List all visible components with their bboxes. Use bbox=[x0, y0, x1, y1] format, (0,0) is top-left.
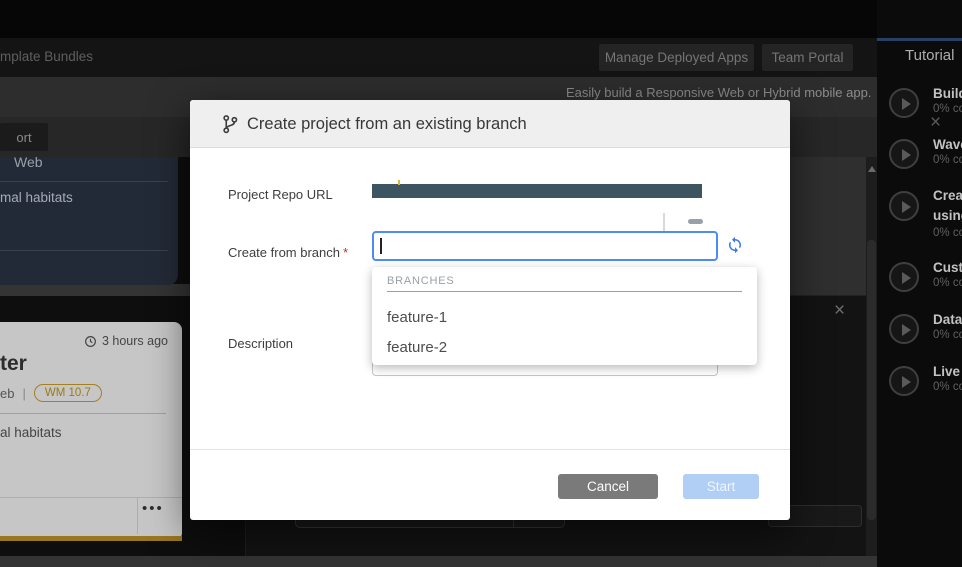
dialog-title: Create project from an existing branch bbox=[247, 100, 527, 148]
tutorial-title: Crea bbox=[933, 188, 962, 203]
card-timestamp: 3 hours ago bbox=[84, 334, 168, 348]
more-options-icon[interactable]: ••• bbox=[142, 500, 164, 517]
repo-url-selected-text[interactable] bbox=[372, 184, 702, 198]
divider bbox=[0, 250, 168, 251]
tab-tutorial[interactable]: Tutorial bbox=[905, 47, 954, 64]
branch-label: Create from branch* bbox=[228, 245, 348, 260]
workspace-label: mplate Bundles bbox=[0, 49, 93, 64]
play-icon bbox=[889, 262, 919, 292]
branches-dropdown: BRANCHES feature-1 feature-2 bbox=[372, 267, 757, 365]
dialog-footer: Cancel Start bbox=[190, 449, 790, 520]
cancel-button[interactable]: Cancel bbox=[558, 474, 658, 499]
popover-description: mal habitats bbox=[0, 190, 73, 205]
play-icon bbox=[889, 314, 919, 344]
refresh-icon[interactable] bbox=[726, 236, 744, 254]
dialog-header: Create project from an existing branch × bbox=[190, 100, 790, 148]
close-icon[interactable]: × bbox=[834, 300, 845, 322]
tutorial-progress: 0% co bbox=[933, 227, 962, 239]
tagline-text: Easily build a Responsive Web or Hybrid … bbox=[566, 85, 871, 100]
tutorial-item[interactable]: Cust 0% co bbox=[877, 260, 962, 308]
tutorial-item[interactable]: Build 0% co bbox=[877, 86, 962, 134]
team-portal-button[interactable]: Team Portal bbox=[762, 44, 853, 71]
tutorial-item[interactable]: Wave 0% co bbox=[877, 137, 962, 185]
close-icon[interactable]: × bbox=[930, 112, 941, 134]
app-screen: Do mplate Bundles Manage Deployed Apps T… bbox=[0, 0, 962, 567]
divider bbox=[0, 181, 168, 182]
tutorial-title: Live bbox=[933, 364, 960, 379]
divider bbox=[0, 497, 182, 498]
page-scrollbar[interactable] bbox=[866, 157, 877, 556]
tutorial-item[interactable]: Crea using 0% co bbox=[877, 188, 962, 252]
divider bbox=[137, 497, 138, 534]
divider bbox=[0, 413, 166, 414]
card-description: al habitats bbox=[0, 425, 62, 440]
tooltip-artifact bbox=[663, 213, 665, 233]
tutorial-progress: 0% co bbox=[933, 277, 962, 289]
start-button[interactable]: Start bbox=[683, 474, 759, 499]
selection-artifact bbox=[398, 180, 400, 185]
tutorial-item[interactable]: Live 0% co bbox=[877, 364, 962, 412]
play-icon bbox=[889, 88, 919, 118]
git-branch-icon bbox=[220, 114, 240, 134]
tutorial-title: Build bbox=[933, 86, 962, 101]
tutorial-title: using bbox=[933, 208, 962, 223]
scrollbar-thumb[interactable] bbox=[867, 240, 876, 520]
play-icon bbox=[889, 139, 919, 169]
create-project-dialog: Create project from an existing branch ×… bbox=[190, 100, 790, 520]
play-icon bbox=[889, 191, 919, 221]
card-timestamp-text: 3 hours ago bbox=[102, 334, 168, 348]
scroll-up-icon[interactable] bbox=[868, 166, 876, 172]
branch-input[interactable] bbox=[372, 231, 718, 261]
tab-active-indicator bbox=[877, 38, 962, 41]
card-platform: eb bbox=[0, 386, 14, 401]
tutorial-progress: 0% co bbox=[933, 154, 962, 166]
tutorial-sidebar: Tutorial Build 0% co Wave 0% co Crea usi… bbox=[877, 0, 962, 567]
tutorial-progress: 0% co bbox=[933, 381, 962, 393]
dropdown-option-feature-1[interactable]: feature-1 bbox=[372, 303, 757, 333]
tutorial-title: Cust bbox=[933, 260, 962, 275]
tutorial-title: Data bbox=[933, 312, 962, 327]
required-marker: * bbox=[343, 245, 348, 260]
tutorial-progress: 0% co bbox=[933, 329, 962, 341]
description-label: Description bbox=[228, 336, 293, 351]
branch-label-text: Create from branch bbox=[228, 245, 340, 260]
toolbar-button[interactable]: ort bbox=[0, 123, 48, 151]
scroll-dash-artifact bbox=[688, 219, 703, 224]
bottom-strip bbox=[0, 556, 877, 567]
divider bbox=[387, 291, 742, 292]
clock-icon bbox=[84, 335, 97, 348]
repo-url-label: Project Repo URL bbox=[228, 187, 333, 202]
card-title: ter bbox=[0, 352, 27, 376]
meta-separator: | bbox=[22, 386, 25, 401]
tutorial-item[interactable]: Data 0% co bbox=[877, 312, 962, 360]
background-band bbox=[0, 284, 190, 296]
dropdown-option-feature-2[interactable]: feature-2 bbox=[372, 333, 757, 363]
project-card[interactable]: 3 hours ago ter eb | WM 10.7 al habitats… bbox=[0, 322, 182, 541]
project-popover: Web mal habitats bbox=[0, 148, 178, 285]
manage-deployed-apps-button[interactable]: Manage Deployed Apps bbox=[599, 44, 754, 71]
tutorial-title: Wave bbox=[933, 137, 962, 152]
dropdown-group-header: BRANCHES bbox=[387, 275, 455, 287]
text-cursor bbox=[380, 238, 382, 254]
play-icon bbox=[889, 366, 919, 396]
version-badge: WM 10.7 bbox=[34, 384, 102, 402]
card-meta-row: eb | WM 10.7 bbox=[0, 384, 102, 402]
card-highlight-border bbox=[0, 536, 182, 541]
top-bar bbox=[0, 0, 962, 38]
